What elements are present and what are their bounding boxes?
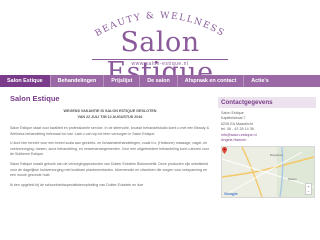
logo-url: www.salon-estique.nl [131, 61, 189, 67]
closure-dates: VAN 22 JULI T/M 12 AUGUSTUS 2016 [77, 115, 143, 119]
site-header: BEAUTY & WELLNESS Salon Estique www.salo… [0, 0, 320, 88]
nav-item-salon-estique[interactable]: Salon Estique [0, 75, 51, 87]
contact-title: Contactgegevens [218, 97, 316, 108]
location-map[interactable]: Borgharen Rekem Google + − [221, 146, 315, 199]
treatments-paragraph: U kunt hier terecht voor een breed scala… [10, 141, 209, 157]
main-navigation: Salon Estique Behandelingen Prijslijst D… [0, 75, 320, 87]
nav-item-prijslijst[interactable]: Prijslijst [104, 75, 141, 87]
nav-item-acties[interactable]: Actie's [244, 75, 275, 87]
nav-spacer [275, 75, 320, 87]
page-title: Salon Estique [10, 94, 60, 103]
nav-item-afspraak-en-contact[interactable]: Afspraak en contact [178, 75, 245, 87]
google-logo: Google [224, 191, 238, 197]
contact-details: Salon Estique Kapittelstraat 7 6226 EA M… [218, 108, 316, 199]
contact-sidebar: Contactgegevens Salon Estique Kapittelst… [218, 97, 316, 199]
logo-divider [92, 59, 228, 60]
nav-item-de-salon[interactable]: De salon [140, 75, 178, 87]
owner-name: Angela Haenen [221, 138, 247, 143]
map-place-label: Borgharen [270, 153, 284, 158]
zoom-out-icon[interactable]: − [307, 189, 309, 194]
map-pin-icon[interactable] [222, 147, 227, 155]
training-paragraph: Ik ben opgeleid bij de schoonheidsspecia… [10, 182, 144, 187]
nav-item-behandelingen[interactable]: Behandelingen [51, 75, 105, 87]
salon-logo[interactable]: BEAUTY & WELLNESS Salon Estique www.salo… [80, 6, 240, 88]
map-zoom-control[interactable]: + − [305, 183, 312, 196]
intro-paragraph: Salon Estique staat voor kwaliteit en pr… [10, 126, 209, 136]
main-column: Salon Estique WEGENS VAKANTIE IS SALON E… [10, 94, 210, 192]
products-paragraph: Salon Estique maakt gebruik van de verzo… [10, 161, 208, 178]
map-roads [222, 147, 314, 198]
map-place-label: Rekem [288, 177, 297, 182]
page-content: Salon Estique WEGENS VAKANTIE IS SALON E… [0, 87, 320, 240]
